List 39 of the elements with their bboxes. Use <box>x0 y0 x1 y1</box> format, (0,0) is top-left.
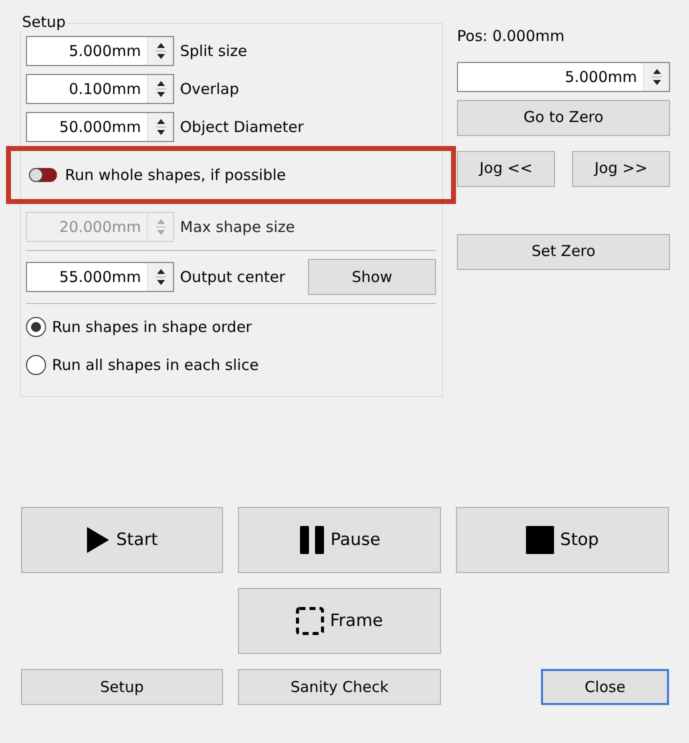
dialog-button[interactable]: Close <box>541 669 669 705</box>
spin-arrows-icon[interactable] <box>147 75 173 103</box>
spin-arrows-icon[interactable] <box>643 62 669 90</box>
spin-box[interactable]: 0.100mm <box>26 74 174 104</box>
pause-icon <box>298 526 324 554</box>
dialog-button[interactable]: Setup <box>21 669 223 705</box>
dashed-square-icon <box>296 607 324 635</box>
jog-button[interactable]: Jog >> <box>572 150 670 186</box>
jog-button[interactable]: Jog << <box>457 150 555 186</box>
dialog-button[interactable]: Sanity Check <box>238 669 441 705</box>
radio-button[interactable] <box>26 317 46 337</box>
spin-box[interactable]: 5.000mm <box>26 36 174 66</box>
toggle-label: Run whole shapes, if possible <box>65 164 286 186</box>
toggle-switch[interactable] <box>29 168 57 182</box>
spin-box[interactable]: 55.000mm <box>26 262 174 292</box>
spin-arrows-icon[interactable] <box>147 113 173 141</box>
position-readout: Pos: 0.000mm <box>457 26 566 47</box>
toolbar-button[interactable]: Pause <box>238 507 441 573</box>
spin-box[interactable]: 50.000mm <box>26 112 174 142</box>
radio-label: Run shapes in shape order <box>52 316 252 338</box>
spin-arrows-icon[interactable] <box>147 263 173 291</box>
field-label: Output center <box>180 266 286 288</box>
go-to-zero-button[interactable]: Go to Zero <box>457 100 670 136</box>
spin-arrows-icon[interactable] <box>147 37 173 65</box>
stop-icon <box>526 526 554 554</box>
show-button[interactable]: Show <box>308 259 436 295</box>
set-zero-button[interactable]: Set Zero <box>457 234 670 270</box>
radio-label: Run all shapes in each slice <box>52 354 259 376</box>
frame-button[interactable]: Frame <box>238 588 441 654</box>
play-icon <box>86 526 110 554</box>
field-label: Max shape size <box>180 216 295 238</box>
field-label: Object Diameter <box>180 116 304 138</box>
toolbar-button[interactable]: Stop <box>456 507 669 573</box>
field-label: Overlap <box>180 78 239 100</box>
field-label: Split size <box>180 40 248 62</box>
group-title: Setup <box>20 13 68 31</box>
toolbar-button[interactable]: Start <box>21 507 223 573</box>
spin-box[interactable]: 5.000mm <box>457 62 670 92</box>
radio-button[interactable] <box>26 355 46 375</box>
